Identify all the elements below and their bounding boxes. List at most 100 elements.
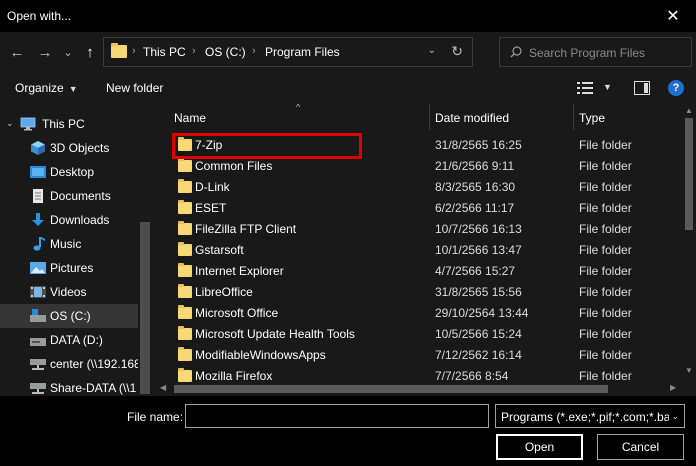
file-row-d-link[interactable]: D-Link 8/3/2565 16:30 File folder <box>166 177 666 198</box>
file-date: 7/12/2562 16:14 <box>435 348 522 362</box>
sidebar-item-share-data-network[interactable]: Share-DATA (\\1 <box>0 376 138 396</box>
file-row-common-files[interactable]: Common Files 21/6/2566 9:11 File folder <box>166 156 666 177</box>
column-divider[interactable] <box>573 104 574 130</box>
sidebar-item-label: Share-DATA (\\1 <box>50 381 137 395</box>
file-name: FileZilla FTP Client <box>195 222 297 236</box>
organize-menu[interactable]: Organize ▼ <box>15 81 78 95</box>
file-row-filezilla[interactable]: FileZilla FTP Client 10/7/2566 16:13 Fil… <box>166 219 666 240</box>
scroll-down-icon[interactable]: ▼ <box>685 366 693 375</box>
file-type: File folder <box>579 201 632 215</box>
file-name: Microsoft Office <box>195 306 279 320</box>
file-name: D-Link <box>195 180 230 194</box>
sidebar-item-center-network[interactable]: center (\\192.168 <box>0 352 138 376</box>
file-row-libreoffice[interactable]: LibreOffice 31/8/2565 15:56 File folder <box>166 282 666 303</box>
file-type: File folder <box>579 306 632 320</box>
sidebar-item-label: Videos <box>50 285 87 299</box>
command-bar: Organize ▼ New folder ▼ ? <box>0 72 696 104</box>
view-options-icon[interactable] <box>577 81 593 95</box>
folder-icon <box>178 242 192 256</box>
chevron-down-icon[interactable]: ⌄ <box>6 118 14 129</box>
drive-icon <box>30 338 46 346</box>
sidebar-item-desktop[interactable]: Desktop <box>0 160 138 184</box>
sidebar-item-music[interactable]: Music <box>0 232 138 256</box>
close-button[interactable]: ✕ <box>650 0 696 32</box>
file-date: 6/2/2566 11:17 <box>435 201 515 215</box>
sidebar-item-3d-objects[interactable]: 3D Objects <box>0 136 138 160</box>
file-date: 10/7/2566 16:13 <box>435 222 522 236</box>
forward-button[interactable]: → <box>36 41 54 63</box>
navigation-scrollbar[interactable] <box>138 104 152 396</box>
column-divider[interactable] <box>429 104 430 130</box>
folder-icon <box>111 43 127 58</box>
file-type: File folder <box>579 159 632 173</box>
refresh-button[interactable]: ↻ <box>451 43 463 60</box>
scroll-right-icon[interactable]: ▶ <box>670 383 676 392</box>
file-row-microsoft-office[interactable]: Microsoft Office 29/10/2564 13:44 File f… <box>166 303 666 324</box>
file-row-modifiablewindowsapps[interactable]: ModifiableWindowsApps 7/12/2562 16:14 Fi… <box>166 345 666 366</box>
sort-ascending-icon: ^ <box>296 104 301 112</box>
file-name: Internet Explorer <box>195 264 284 278</box>
up-button[interactable]: ↑ <box>81 41 99 63</box>
folder-icon <box>178 179 192 193</box>
navigation-pane: ⌄ This PC 3D Objects Desktop Documents D… <box>0 104 152 396</box>
breadcrumb-this-pc[interactable]: This PC <box>143 45 186 59</box>
sidebar-item-pictures[interactable]: Pictures <box>0 256 138 280</box>
sidebar-item-this-pc[interactable]: ⌄ This PC <box>0 112 138 136</box>
file-row-eset[interactable]: ESET 6/2/2566 11:17 File folder <box>166 198 666 219</box>
open-button[interactable]: Open <box>496 434 583 460</box>
scrollbar-thumb[interactable] <box>685 118 693 230</box>
search-box[interactable]: Search Program Files <box>499 37 692 67</box>
scrollbar-thumb[interactable] <box>174 385 608 393</box>
folder-icon <box>178 305 192 319</box>
chevron-down-icon: ▼ <box>68 84 78 94</box>
breadcrumb-os-c[interactable]: OS (C:) <box>205 45 246 59</box>
column-header-date-modified[interactable]: Date modified <box>435 111 509 125</box>
scrollbar-thumb[interactable] <box>140 222 150 394</box>
title-bar: Open with... ✕ <box>0 0 696 32</box>
cancel-button[interactable]: Cancel <box>597 434 684 460</box>
folder-icon <box>178 221 192 235</box>
sidebar-item-downloads[interactable]: Downloads <box>0 208 138 232</box>
file-name: Microsoft Update Health Tools <box>195 327 355 341</box>
sidebar-item-videos[interactable]: Videos <box>0 280 138 304</box>
help-button[interactable]: ? <box>668 80 684 96</box>
navigation-bar: ← → ⌄ ↑ › This PC › OS (C:) › Program Fi… <box>0 32 696 72</box>
back-button[interactable]: ← <box>8 41 26 63</box>
column-header-name[interactable]: Name <box>174 111 206 125</box>
file-row-microsoft-update-health-tools[interactable]: Microsoft Update Health Tools 10/5/2566 … <box>166 324 666 345</box>
chevron-down-icon: ⌄ <box>671 411 679 421</box>
breadcrumb-program-files[interactable]: Program Files <box>265 45 340 59</box>
file-type: File folder <box>579 285 632 299</box>
scroll-left-icon[interactable]: ◀ <box>160 383 166 392</box>
address-bar[interactable]: › This PC › OS (C:) › Program Files ⌄ ↻ <box>103 37 473 67</box>
file-name-label: File name: <box>127 410 184 424</box>
sidebar-item-data-d[interactable]: DATA (D:) <box>0 328 138 352</box>
preview-pane-icon[interactable] <box>634 81 650 95</box>
sidebar-item-label: DATA (D:) <box>50 333 103 347</box>
file-row-gstarsoft[interactable]: Gstarsoft 10/1/2566 13:47 File folder <box>166 240 666 261</box>
file-type-filter-select[interactable]: Programs (*.exe;*.pif;*.com;*.bat;*.cmd)… <box>495 404 685 428</box>
download-icon <box>32 213 44 226</box>
file-row-internet-explorer[interactable]: Internet Explorer 4/7/2566 15:27 File fo… <box>166 261 666 282</box>
file-list-vertical-scrollbar[interactable]: ▲ ▼ <box>682 104 696 382</box>
search-icon <box>510 46 522 58</box>
address-dropdown-button[interactable]: ⌄ <box>428 45 436 56</box>
video-icon <box>30 286 46 298</box>
sidebar-item-os-c[interactable]: OS (C:) <box>0 304 138 328</box>
file-name-input[interactable] <box>185 404 489 428</box>
view-dropdown-button[interactable]: ▼ <box>603 82 612 92</box>
recent-locations-button[interactable]: ⌄ <box>62 41 74 63</box>
column-header-type[interactable]: Type <box>579 111 605 125</box>
drive-icon <box>30 309 46 322</box>
network-drive-icon <box>30 383 46 394</box>
file-date: 8/3/2565 16:30 <box>435 180 516 194</box>
scroll-up-icon[interactable]: ▲ <box>685 106 693 115</box>
folder-icon <box>178 263 192 277</box>
sidebar-item-documents[interactable]: Documents <box>0 184 138 208</box>
file-date: 29/10/2564 13:44 <box>435 306 529 320</box>
folder-icon <box>178 284 192 298</box>
sidebar-item-label: 3D Objects <box>50 141 110 155</box>
file-list-horizontal-scrollbar[interactable]: ◀ ▶ <box>152 382 682 396</box>
file-type-filter-value: Programs (*.exe;*.pif;*.com;*.bat;*.cmd) <box>501 410 669 424</box>
new-folder-button[interactable]: New folder <box>106 81 163 95</box>
